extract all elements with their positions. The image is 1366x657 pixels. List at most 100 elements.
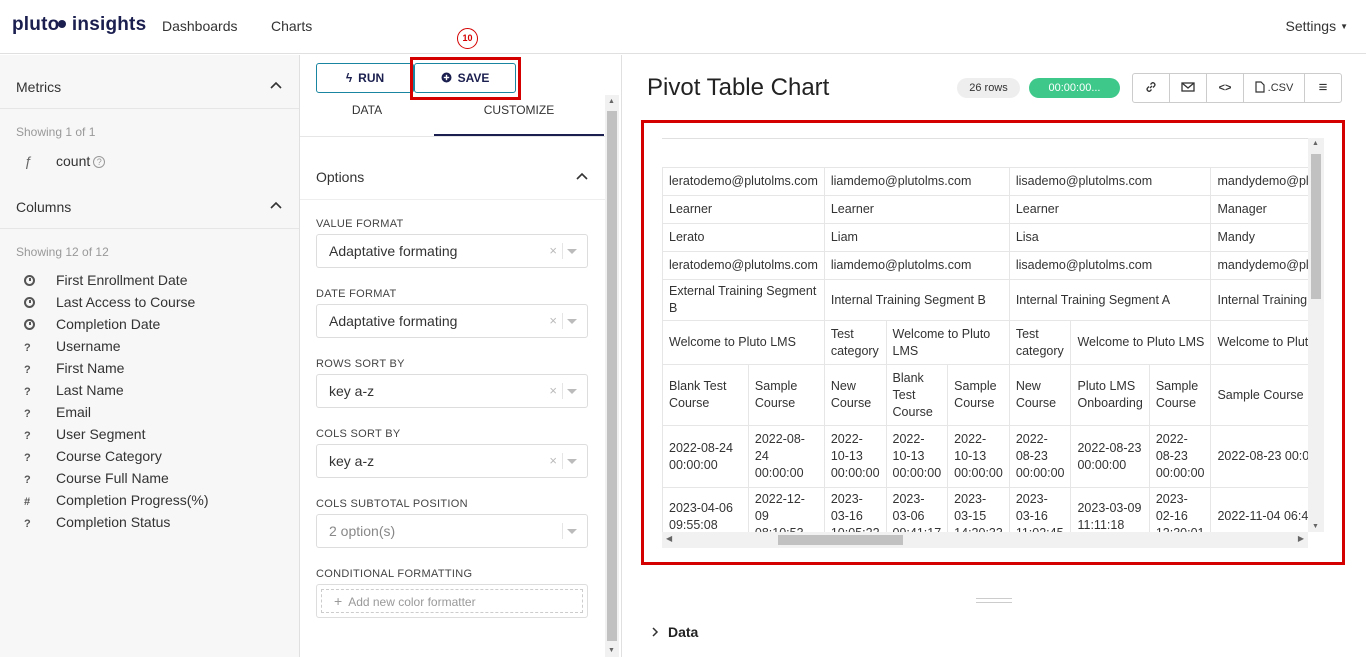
table-cell: Welcome to Pluto LMS: [885, 320, 1010, 365]
column-label: Username: [56, 338, 121, 354]
table-cell: 2023-03-15 14:20:33: [947, 487, 1010, 533]
scroll-right-icon[interactable]: ▶: [1298, 534, 1304, 543]
run-button[interactable]: ϟ RUN: [316, 63, 414, 93]
hash-icon: #: [24, 496, 31, 508]
date-format-select[interactable]: Adaptative formating ×: [316, 304, 588, 338]
table-cell: 2023-04-06 09:55:08: [662, 487, 749, 533]
caret-down-icon[interactable]: [567, 389, 577, 394]
column-item[interactable]: ? Username: [24, 336, 121, 358]
scroll-up-icon[interactable]: ▲: [608, 98, 615, 105]
table-cell: lisademo@plutolms.com: [1008, 251, 1212, 280]
columns-header[interactable]: Columns: [0, 185, 299, 229]
column-item[interactable]: First Enrollment Date: [24, 270, 187, 292]
code-icon: <>: [1218, 82, 1232, 94]
share-link-button[interactable]: [1133, 74, 1170, 102]
table-cell: Sample Course: [747, 364, 825, 426]
table-cell: New Course: [1008, 364, 1072, 426]
add-formatter-label: Add new color formatter: [348, 595, 476, 609]
question-mark-icon: ?: [24, 474, 31, 486]
metric-item-count[interactable]: ƒ count?: [24, 153, 106, 169]
chevron-up-icon[interactable]: [269, 79, 283, 93]
table-cell: liamdemo@plutolms.com: [823, 167, 1010, 196]
table-cell: 2023-03-16 11:02:45: [1008, 487, 1072, 533]
function-icon: ƒ: [24, 153, 32, 169]
table-row: leratodemo@plutolms.com liamdemo@plutolms…: [662, 251, 1308, 280]
nav-dashboards[interactable]: Dashboards: [162, 18, 238, 34]
chevron-up-icon[interactable]: [269, 199, 283, 213]
caret-down-icon[interactable]: [567, 319, 577, 324]
column-item[interactable]: # Completion Progress(%): [24, 490, 209, 512]
column-item[interactable]: ? User Segment: [24, 424, 145, 446]
table-cell: mandydemo@plutolms.com: [1210, 251, 1308, 280]
caret-down-icon[interactable]: [567, 459, 577, 464]
nav-charts[interactable]: Charts: [271, 18, 312, 34]
controls-scrollbar[interactable]: ▲ ▼: [605, 95, 619, 657]
column-label: Course Category: [56, 448, 162, 464]
table-cell: 2023-03-09 11:11:18: [1070, 487, 1150, 533]
rows-sort-select[interactable]: key a-z ×: [316, 374, 588, 408]
table-cell: 2022-08-23 00:00:00: [1210, 425, 1308, 488]
cols-subtotal-label: COLS SUBTOTAL POSITION: [316, 498, 468, 510]
caret-down-icon[interactable]: [567, 529, 577, 534]
column-item[interactable]: ? Last Name: [24, 380, 124, 402]
scrollbar-thumb[interactable]: [1311, 154, 1321, 299]
column-item[interactable]: Last Access to Course: [24, 292, 195, 314]
chart-controls-panel: [300, 55, 622, 657]
table-cell: Sample Course: [1148, 364, 1212, 426]
value-format-label: VALUE FORMAT: [316, 218, 404, 230]
datasource-panel: Metrics Showing 1 of 1 ƒ count? Columns S…: [0, 55, 300, 657]
settings-menu[interactable]: Settings ▼: [1285, 18, 1348, 34]
scroll-down-icon[interactable]: ▼: [608, 647, 615, 654]
table-cell: 2022-08-23 00:00:00: [1070, 425, 1150, 488]
column-item[interactable]: ? Course Full Name: [24, 468, 169, 490]
column-item[interactable]: ? Course Category: [24, 446, 162, 468]
app-logo[interactable]: pluto insights: [12, 14, 146, 36]
add-color-formatter-inner[interactable]: + Add new color formatter: [321, 589, 583, 613]
table-cell: 2023-03-16 10:05:22: [823, 487, 887, 533]
column-item[interactable]: ? Completion Status: [24, 512, 170, 534]
clear-icon[interactable]: ×: [549, 235, 557, 267]
table-cell: leratodemo@plutolms.com: [662, 251, 825, 280]
cols-subtotal-select[interactable]: 2 option(s): [316, 514, 588, 548]
scrollbar-thumb[interactable]: [607, 111, 617, 641]
question-mark-icon: ?: [24, 408, 31, 420]
scroll-up-icon[interactable]: ▲: [1312, 140, 1319, 147]
caret-down-icon[interactable]: [567, 249, 577, 254]
export-csv-button[interactable]: .CSV: [1244, 74, 1305, 102]
table-cell: Lerato: [662, 223, 825, 252]
value-format-select[interactable]: Adaptative formating ×: [316, 234, 588, 268]
link-icon: [1146, 82, 1156, 92]
clear-icon[interactable]: ×: [549, 375, 557, 407]
data-section-toggle[interactable]: Data: [650, 624, 698, 640]
scroll-down-icon[interactable]: ▼: [1312, 523, 1319, 530]
more-options-button[interactable]: ≡: [1305, 74, 1341, 102]
help-icon[interactable]: ?: [93, 156, 106, 168]
clear-icon[interactable]: ×: [549, 445, 557, 477]
question-mark-icon: ?: [24, 364, 31, 376]
tab-data[interactable]: DATA: [300, 98, 434, 136]
column-item[interactable]: ? First Name: [24, 358, 124, 380]
scroll-left-icon[interactable]: ◀: [666, 534, 672, 543]
question-mark-icon: ?: [24, 452, 31, 464]
cols-sort-select[interactable]: key a-z ×: [316, 444, 588, 478]
annotation-step-badge: 10: [457, 28, 478, 49]
envelope-icon: [1181, 82, 1195, 92]
email-button[interactable]: [1170, 74, 1207, 102]
tab-customize[interactable]: CUSTOMIZE: [434, 98, 604, 136]
clear-icon[interactable]: ×: [549, 305, 557, 337]
scrollbar-thumb[interactable]: [778, 535, 903, 545]
add-color-formatter[interactable]: + Add new color formatter: [316, 584, 588, 618]
column-item[interactable]: ? Email: [24, 402, 91, 424]
table-cell: Learner: [662, 195, 825, 224]
panel-resize-handle[interactable]: [976, 598, 1012, 603]
chevron-up-icon[interactable]: [575, 170, 589, 184]
metrics-header[interactable]: Metrics: [0, 65, 299, 109]
embed-code-button[interactable]: <>: [1207, 74, 1244, 102]
query-timer-badge: 00:00:00...: [1029, 78, 1120, 98]
table-horizontal-scrollbar[interactable]: ◀ ▶: [662, 532, 1308, 548]
table-vertical-scrollbar[interactable]: ▲ ▼: [1308, 138, 1324, 532]
chart-title[interactable]: Pivot Table Chart: [647, 74, 829, 102]
select-separator: [562, 453, 563, 469]
options-header[interactable]: Options: [300, 156, 605, 200]
column-item[interactable]: Completion Date: [24, 314, 160, 336]
